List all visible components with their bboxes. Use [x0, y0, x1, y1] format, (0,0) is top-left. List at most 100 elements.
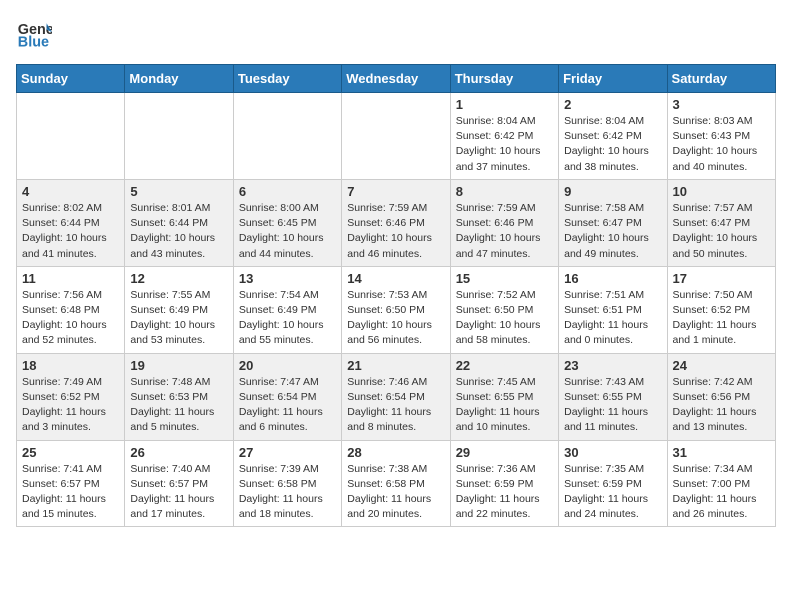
day-number: 7: [347, 184, 444, 199]
calendar-cell: 27 Sunrise: 7:39 AM Sunset: 6:58 PM Dayli…: [233, 440, 341, 527]
day-info: Sunrise: 8:02 AM Sunset: 6:44 PM Dayligh…: [22, 201, 119, 262]
day-info: Sunrise: 7:35 AM Sunset: 6:59 PM Dayligh…: [564, 462, 661, 523]
day-number: 16: [564, 271, 661, 286]
calendar-cell: 28 Sunrise: 7:38 AM Sunset: 6:58 PM Dayli…: [342, 440, 450, 527]
day-info: Sunrise: 7:52 AM Sunset: 6:50 PM Dayligh…: [456, 288, 553, 349]
day-info: Sunrise: 8:01 AM Sunset: 6:44 PM Dayligh…: [130, 201, 227, 262]
day-info: Sunrise: 8:04 AM Sunset: 6:42 PM Dayligh…: [564, 114, 661, 175]
calendar-cell: 25Sunrise: 7:41 AM Sunset: 6:57 PM Dayli…: [17, 440, 125, 527]
calendar-cell: 1Sunrise: 8:04 AM Sunset: 6:42 PM Daylig…: [450, 93, 558, 180]
day-number: 23: [564, 358, 661, 373]
day-number: 17: [673, 271, 770, 286]
calendar-cell: 11 Sunrise: 7:56 AM Sunset: 6:48 PM Dayli…: [17, 266, 125, 353]
calendar-cell: 18 Sunrise: 7:49 AM Sunset: 6:52 PM Dayli…: [17, 353, 125, 440]
day-info: Sunrise: 7:46 AM Sunset: 6:54 PM Dayligh…: [347, 375, 444, 436]
weekday-monday: Monday: [125, 65, 233, 93]
day-info: Sunrise: 7:50 AM Sunset: 6:52 PM Dayligh…: [673, 288, 770, 349]
day-number: 30: [564, 445, 661, 460]
day-info: Sunrise: 7:40 AM Sunset: 6:57 PM Dayligh…: [130, 462, 227, 523]
calendar-cell: 12Sunrise: 7:55 AM Sunset: 6:49 PM Dayli…: [125, 266, 233, 353]
day-number: 3: [673, 97, 770, 112]
day-number: 28: [347, 445, 444, 460]
day-info: Sunrise: 7:36 AM Sunset: 6:59 PM Dayligh…: [456, 462, 553, 523]
day-number: 27: [239, 445, 336, 460]
day-info: Sunrise: 8:00 AM Sunset: 6:45 PM Dayligh…: [239, 201, 336, 262]
calendar-cell: 13Sunrise: 7:54 AM Sunset: 6:49 PM Dayli…: [233, 266, 341, 353]
day-number: 20: [239, 358, 336, 373]
weekday-wednesday: Wednesday: [342, 65, 450, 93]
day-number: 15: [456, 271, 553, 286]
weekday-friday: Friday: [559, 65, 667, 93]
week-row-1: 1 Sunrise: 8:04 AM Sunset: 6:42 PM Daylig…: [17, 93, 776, 180]
day-number: 11: [22, 271, 119, 286]
weekday-tuesday: Tuesday: [233, 65, 341, 93]
week-row-4: 18 Sunrise: 7:49 AM Sunset: 6:52 PM Dayli…: [17, 353, 776, 440]
day-number: 5: [130, 184, 227, 199]
calendar-cell: 17 Sunrise: 7:50 AM Sunset: 6:52 PM Dayli…: [667, 266, 775, 353]
calendar-cell: 7Sunrise: 7:59 AM Sunset: 6:46 PM Daylig…: [342, 179, 450, 266]
day-number: 31: [673, 445, 770, 460]
calendar-cell: 16 Sunrise: 7:51 AM Sunset: 6:51 PM Dayli…: [559, 266, 667, 353]
calendar-cell: 3 Sunrise: 8:03 AM Sunset: 6:43 PM Daylig…: [667, 93, 775, 180]
calendar-cell: 8Sunrise: 7:59 AM Sunset: 6:46 PM Daylig…: [450, 179, 558, 266]
calendar-cell: 4 Sunrise: 8:02 AM Sunset: 6:44 PM Daylig…: [17, 179, 125, 266]
week-row-3: 11 Sunrise: 7:56 AM Sunset: 6:48 PM Dayli…: [17, 266, 776, 353]
calendar-cell: 30 Sunrise: 7:35 AM Sunset: 6:59 PM Dayli…: [559, 440, 667, 527]
calendar-cell: 21 Sunrise: 7:46 AM Sunset: 6:54 PM Dayli…: [342, 353, 450, 440]
calendar-cell: 19 Sunrise: 7:48 AM Sunset: 6:53 PM Dayli…: [125, 353, 233, 440]
day-info: Sunrise: 8:03 AM Sunset: 6:43 PM Dayligh…: [673, 114, 770, 175]
logo: General Blue: [16, 16, 56, 52]
calendar-cell: 5 Sunrise: 8:01 AM Sunset: 6:44 PM Daylig…: [125, 179, 233, 266]
day-info: Sunrise: 7:57 AM Sunset: 6:47 PM Dayligh…: [673, 201, 770, 262]
day-info: Sunrise: 7:38 AM Sunset: 6:58 PM Dayligh…: [347, 462, 444, 523]
svg-text:Blue: Blue: [18, 35, 49, 51]
day-info: Sunrise: 7:48 AM Sunset: 6:53 PM Dayligh…: [130, 375, 227, 436]
day-number: 1: [456, 97, 553, 112]
day-number: 4: [22, 184, 119, 199]
day-number: 13: [239, 271, 336, 286]
calendar-cell: [342, 93, 450, 180]
day-number: 10: [673, 184, 770, 199]
calendar-cell: [17, 93, 125, 180]
page-header: General Blue: [16, 16, 776, 52]
day-number: 18: [22, 358, 119, 373]
calendar-cell: 26 Sunrise: 7:40 AM Sunset: 6:57 PM Dayli…: [125, 440, 233, 527]
day-info: Sunrise: 7:55 AM Sunset: 6:49 PM Dayligh…: [130, 288, 227, 349]
weekday-thursday: Thursday: [450, 65, 558, 93]
day-info: Sunrise: 7:43 AM Sunset: 6:55 PM Dayligh…: [564, 375, 661, 436]
day-number: 24: [673, 358, 770, 373]
day-number: 26: [130, 445, 227, 460]
calendar-cell: [233, 93, 341, 180]
day-info: Sunrise: 7:53 AM Sunset: 6:50 PM Dayligh…: [347, 288, 444, 349]
calendar-table: SundayMondayTuesdayWednesdayThursdayFrid…: [16, 64, 776, 527]
calendar-cell: 23 Sunrise: 7:43 AM Sunset: 6:55 PM Dayli…: [559, 353, 667, 440]
day-info: Sunrise: 7:41 AM Sunset: 6:57 PM Dayligh…: [22, 462, 119, 523]
day-number: 14: [347, 271, 444, 286]
day-number: 29: [456, 445, 553, 460]
calendar-cell: 10 Sunrise: 7:57 AM Sunset: 6:47 PM Dayli…: [667, 179, 775, 266]
day-info: Sunrise: 7:56 AM Sunset: 6:48 PM Dayligh…: [22, 288, 119, 349]
day-number: 21: [347, 358, 444, 373]
day-number: 22: [456, 358, 553, 373]
calendar-cell: 24 Sunrise: 7:42 AM Sunset: 6:56 PM Dayli…: [667, 353, 775, 440]
day-info: Sunrise: 7:42 AM Sunset: 6:56 PM Dayligh…: [673, 375, 770, 436]
day-info: Sunrise: 7:58 AM Sunset: 6:47 PM Dayligh…: [564, 201, 661, 262]
day-info: Sunrise: 7:51 AM Sunset: 6:51 PM Dayligh…: [564, 288, 661, 349]
day-number: 8: [456, 184, 553, 199]
calendar-cell: 29 Sunrise: 7:36 AM Sunset: 6:59 PM Dayli…: [450, 440, 558, 527]
calendar-cell: 15 Sunrise: 7:52 AM Sunset: 6:50 PM Dayli…: [450, 266, 558, 353]
day-info: Sunrise: 7:49 AM Sunset: 6:52 PM Dayligh…: [22, 375, 119, 436]
day-number: 6: [239, 184, 336, 199]
calendar-cell: 22Sunrise: 7:45 AM Sunset: 6:55 PM Dayli…: [450, 353, 558, 440]
day-info: Sunrise: 7:47 AM Sunset: 6:54 PM Dayligh…: [239, 375, 336, 436]
calendar-cell: 31Sunrise: 7:34 AM Sunset: 7:00 PM Dayli…: [667, 440, 775, 527]
calendar-cell: 2Sunrise: 8:04 AM Sunset: 6:42 PM Daylig…: [559, 93, 667, 180]
weekday-saturday: Saturday: [667, 65, 775, 93]
week-row-2: 4 Sunrise: 8:02 AM Sunset: 6:44 PM Daylig…: [17, 179, 776, 266]
day-info: Sunrise: 7:39 AM Sunset: 6:58 PM Dayligh…: [239, 462, 336, 523]
calendar-cell: 9Sunrise: 7:58 AM Sunset: 6:47 PM Daylig…: [559, 179, 667, 266]
week-row-5: 25Sunrise: 7:41 AM Sunset: 6:57 PM Dayli…: [17, 440, 776, 527]
day-number: 19: [130, 358, 227, 373]
calendar-cell: 14 Sunrise: 7:53 AM Sunset: 6:50 PM Dayli…: [342, 266, 450, 353]
calendar-cell: [125, 93, 233, 180]
